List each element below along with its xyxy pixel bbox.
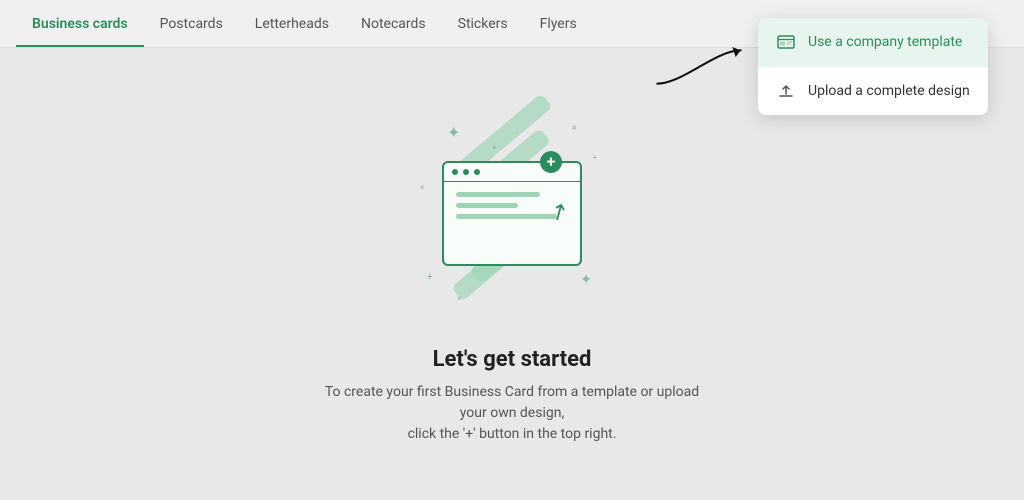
menu-item-upload-design[interactable]: Upload a complete design [758, 67, 988, 115]
curve-arrow: ↗ [545, 197, 573, 228]
main-subtext: To create your first Business Card from … [322, 382, 702, 445]
content-line-2 [456, 203, 518, 208]
menu-item-company-template-label: Use a company template [808, 34, 962, 50]
content-line-3 [456, 214, 557, 219]
tab-business-cards[interactable]: Business cards [16, 2, 144, 46]
window-body: ↗ [444, 182, 580, 235]
template-icon [776, 32, 796, 52]
menu-item-company-template[interactable]: Use a company template [758, 18, 988, 67]
plus-button: + [540, 151, 562, 173]
window-mockup: ↗ + [442, 161, 582, 266]
content-line-1 [456, 192, 540, 197]
menu-item-upload-design-label: Upload a complete design [808, 83, 970, 99]
dropdown-menu: Use a company template Upload a complete… [758, 18, 988, 115]
main-heading: Let's get started [322, 347, 702, 372]
upload-icon [776, 81, 796, 101]
tab-stickers[interactable]: Stickers [442, 2, 524, 46]
illustration: ✦ × + + × ✦ × + ↗ + [402, 103, 622, 323]
arrow-pointer [649, 42, 749, 96]
main-content: ✦ × + + × ✦ × + ↗ + Let's get [0, 48, 1024, 500]
dot3 [474, 169, 480, 175]
tab-letterheads[interactable]: Letterheads [239, 2, 345, 46]
text-section: Let's get started To create your first B… [322, 347, 702, 445]
dot2 [463, 169, 469, 175]
tab-postcards[interactable]: Postcards [144, 2, 239, 46]
dot1 [452, 169, 458, 175]
tab-flyers[interactable]: Flyers [524, 2, 593, 46]
tab-notecards[interactable]: Notecards [345, 2, 442, 46]
